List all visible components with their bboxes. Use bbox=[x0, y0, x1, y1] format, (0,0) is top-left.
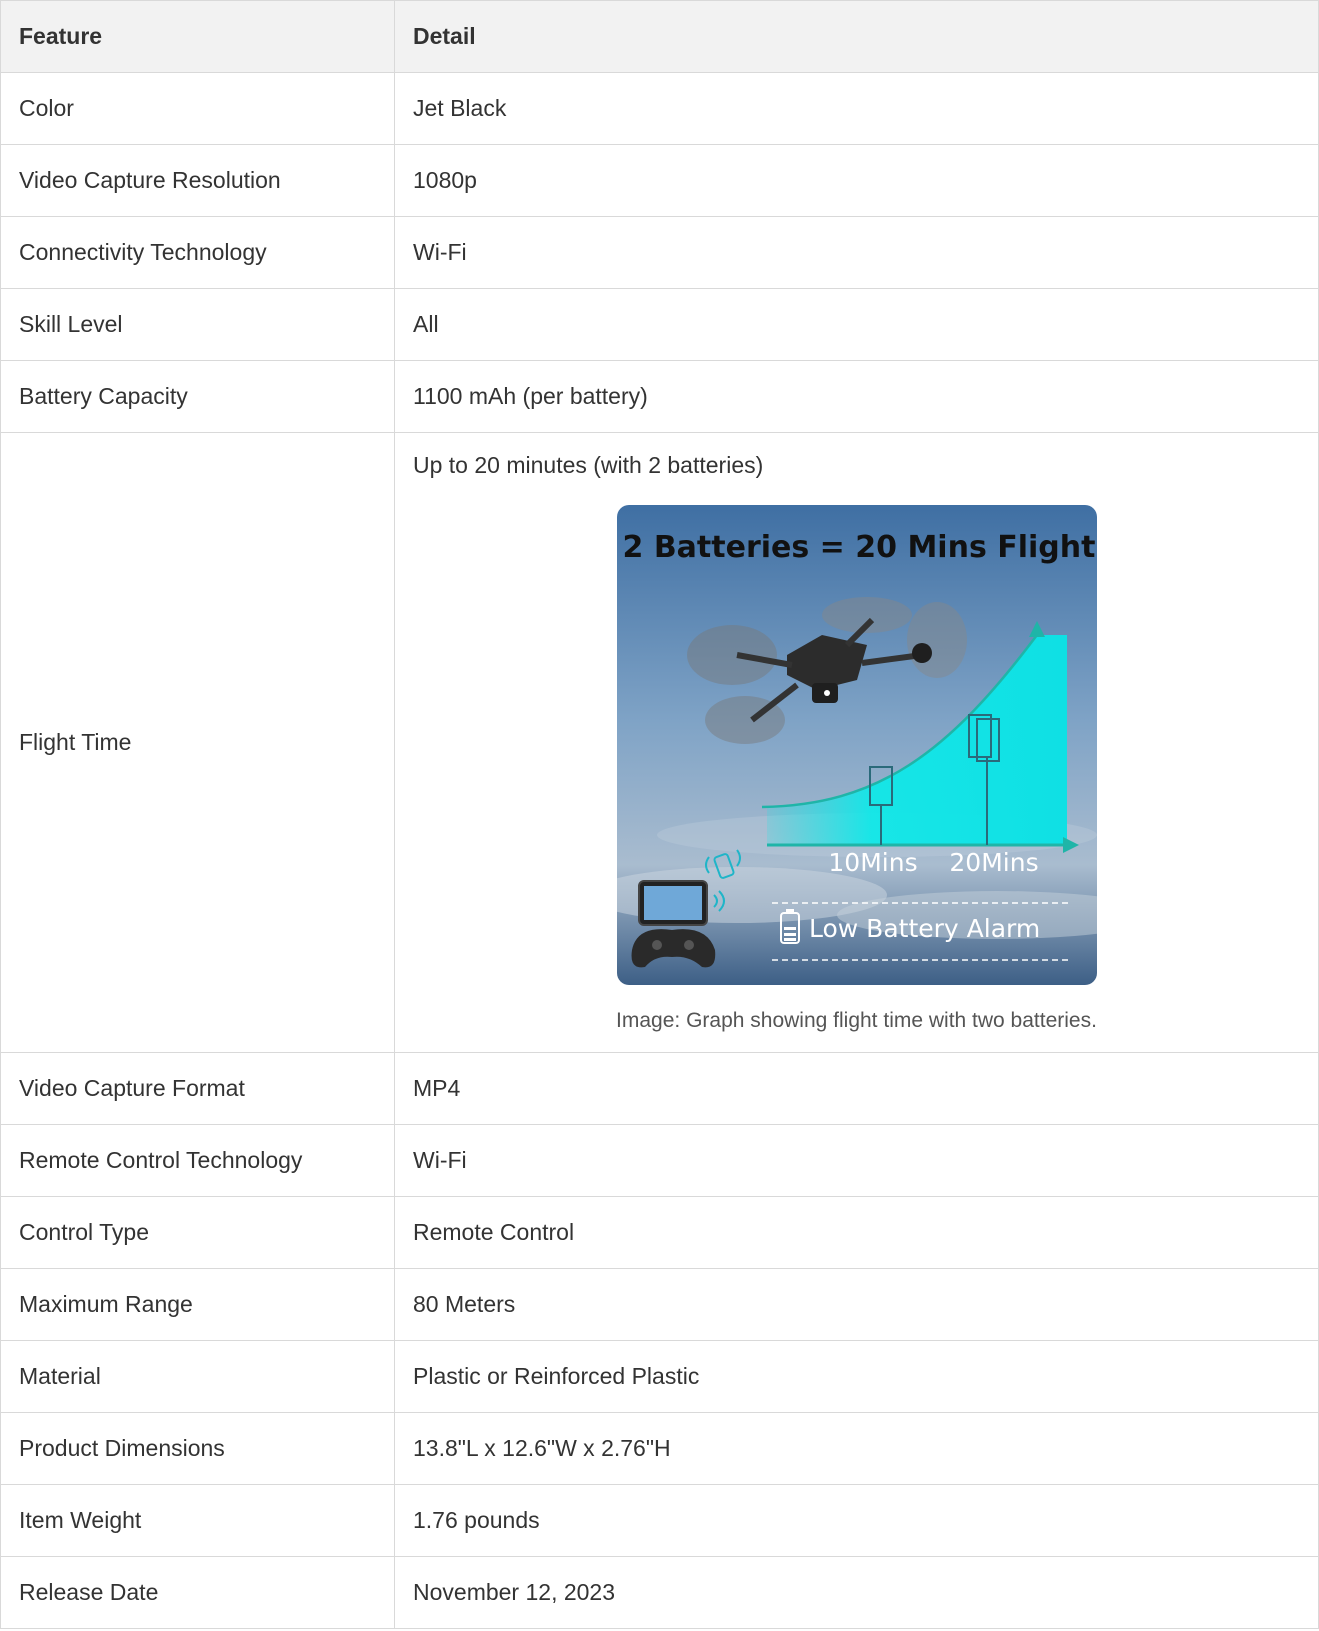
feature-cell: Video Capture Format bbox=[0, 1052, 395, 1125]
table-row: Product Dimensions 13.8"L x 12.6"W x 2.7… bbox=[0, 1412, 1319, 1485]
detail-cell: November 12, 2023 bbox=[394, 1556, 1319, 1629]
feature-cell: Remote Control Technology bbox=[0, 1124, 395, 1197]
table-row: Skill Level All bbox=[0, 288, 1319, 361]
feature-cell: Release Date bbox=[0, 1556, 395, 1629]
alarm-label: Low Battery Alarm bbox=[809, 914, 1040, 943]
feature-cell: Maximum Range bbox=[0, 1268, 395, 1341]
feature-cell: Video Capture Resolution bbox=[0, 144, 395, 217]
table-row: Video Capture Resolution 1080p bbox=[0, 144, 1319, 217]
flight-graph-illustration: 2 Batteries = 20 Mins Flight 10Mins 20Mi… bbox=[616, 505, 1097, 985]
detail-cell: 1080p bbox=[394, 144, 1319, 217]
header-feature: Feature bbox=[0, 0, 395, 73]
spec-table: Feature Detail Color Jet Black Video Cap… bbox=[0, 0, 1319, 1629]
table-row: Color Jet Black bbox=[0, 72, 1319, 145]
table-row: Battery Capacity 1100 mAh (per battery) bbox=[0, 360, 1319, 433]
flight-time-figure: 2 Batteries = 20 Mins Flight 10Mins 20Mi… bbox=[413, 505, 1300, 1033]
image-title: 2 Batteries = 20 Mins Flight bbox=[622, 530, 1095, 565]
detail-cell: 13.8"L x 12.6"W x 2.76"H bbox=[394, 1412, 1319, 1485]
feature-cell: Color bbox=[0, 72, 395, 145]
table-row: Release Date November 12, 2023 bbox=[0, 1556, 1319, 1629]
detail-cell: Plastic or Reinforced Plastic bbox=[394, 1340, 1319, 1413]
table-row: Item Weight 1.76 pounds bbox=[0, 1484, 1319, 1557]
flight-time-image: 2 Batteries = 20 Mins Flight 10Mins 20Mi… bbox=[616, 505, 1097, 985]
tick-label-20: 20Mins bbox=[949, 848, 1038, 877]
detail-cell: All bbox=[394, 288, 1319, 361]
feature-cell: Connectivity Technology bbox=[0, 216, 395, 289]
feature-cell: Battery Capacity bbox=[0, 360, 395, 433]
detail-cell: Wi-Fi bbox=[394, 216, 1319, 289]
header-detail: Detail bbox=[394, 0, 1319, 73]
feature-cell: Product Dimensions bbox=[0, 1412, 395, 1485]
table-row: Video Capture Format MP4 bbox=[0, 1052, 1319, 1125]
detail-cell: MP4 bbox=[394, 1052, 1319, 1125]
feature-cell: Item Weight bbox=[0, 1484, 395, 1557]
detail-cell: 1.76 pounds bbox=[394, 1484, 1319, 1557]
feature-cell: Material bbox=[0, 1340, 395, 1413]
detail-cell-flight-time: Up to 20 minutes (with 2 batteries) 2 Ba… bbox=[394, 432, 1319, 1053]
image-caption: Image: Graph showing flight time with tw… bbox=[616, 1009, 1097, 1032]
detail-cell: Remote Control bbox=[394, 1196, 1319, 1269]
table-row: Maximum Range 80 Meters bbox=[0, 1268, 1319, 1341]
detail-text: Up to 20 minutes (with 2 batteries) bbox=[413, 452, 764, 478]
feature-cell: Skill Level bbox=[0, 288, 395, 361]
detail-cell: Wi-Fi bbox=[394, 1124, 1319, 1197]
table-header-row: Feature Detail bbox=[0, 0, 1319, 73]
detail-cell: Jet Black bbox=[394, 72, 1319, 145]
table-row: Control Type Remote Control bbox=[0, 1196, 1319, 1269]
detail-cell: 80 Meters bbox=[394, 1268, 1319, 1341]
table-row: Remote Control Technology Wi-Fi bbox=[0, 1124, 1319, 1197]
table-row-flight-time: Flight Time Up to 20 minutes (with 2 bat… bbox=[0, 432, 1319, 1053]
table-row: Material Plastic or Reinforced Plastic bbox=[0, 1340, 1319, 1413]
detail-cell: 1100 mAh (per battery) bbox=[394, 360, 1319, 433]
feature-cell: Control Type bbox=[0, 1196, 395, 1269]
table-row: Connectivity Technology Wi-Fi bbox=[0, 216, 1319, 289]
feature-cell: Flight Time bbox=[0, 432, 395, 1053]
tick-label-10: 10Mins bbox=[828, 848, 917, 877]
